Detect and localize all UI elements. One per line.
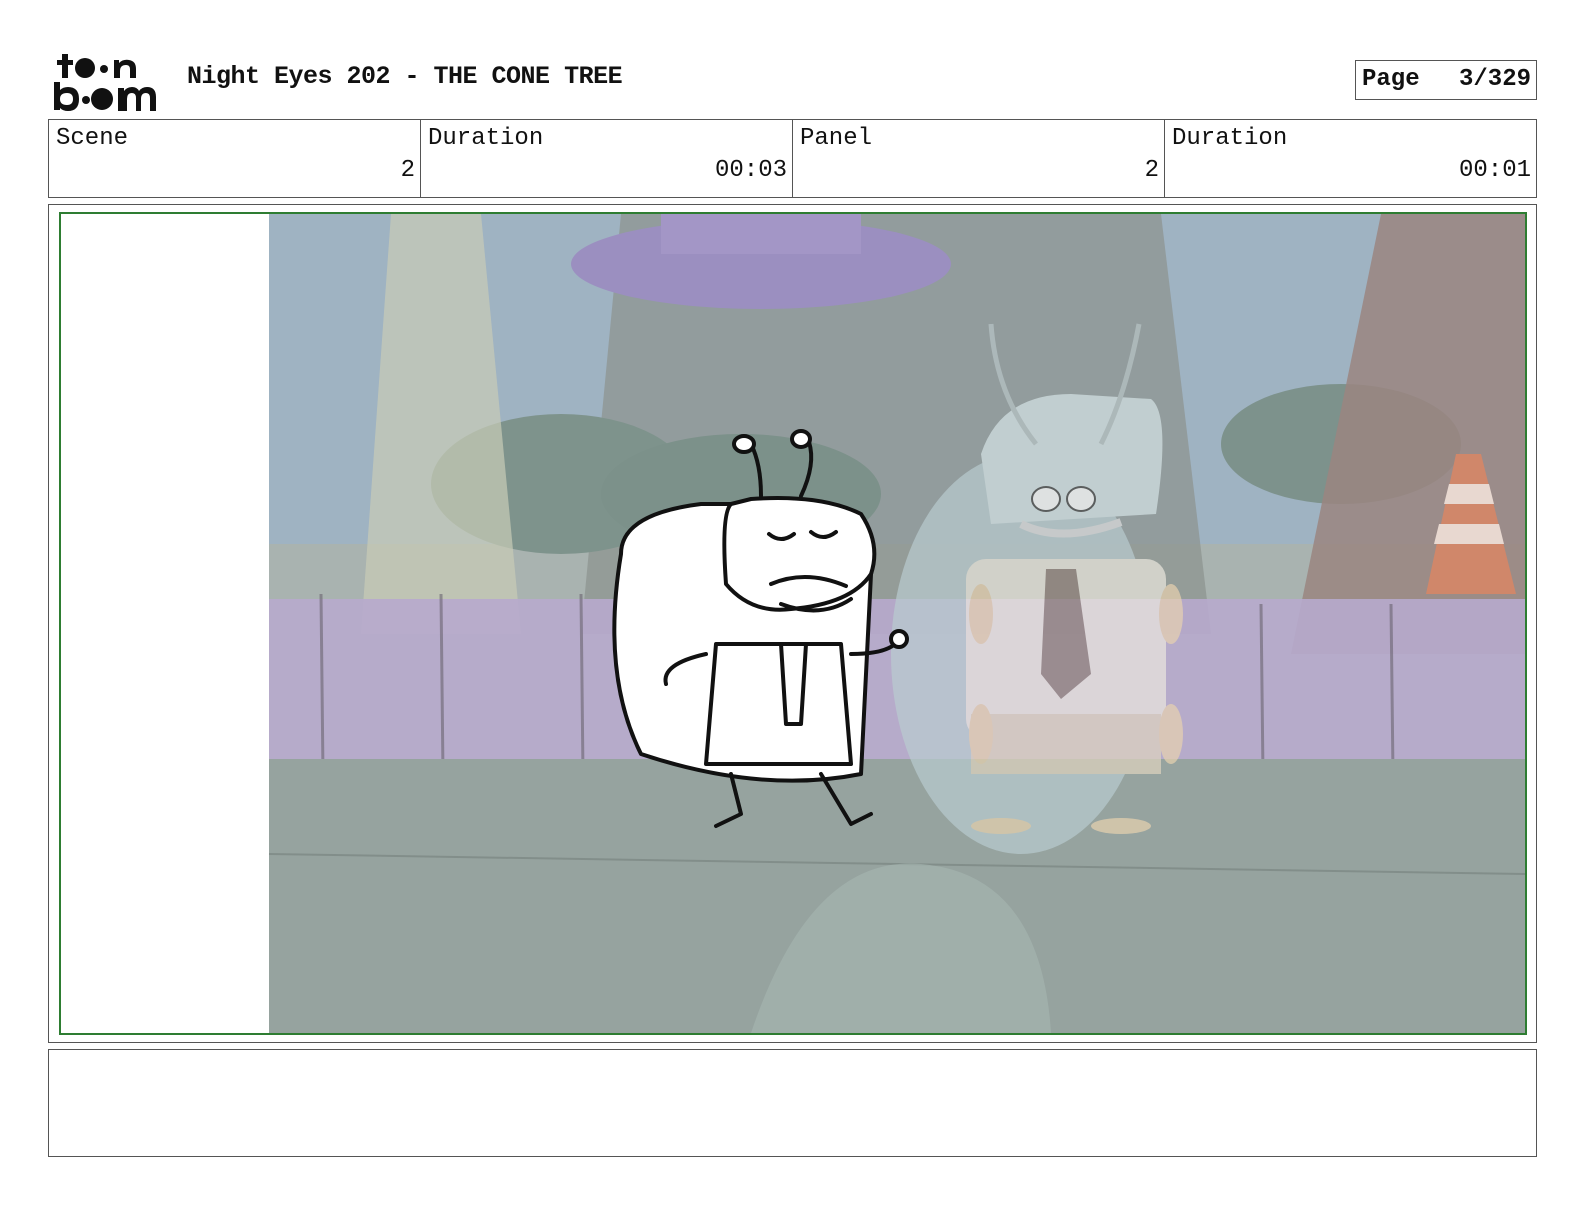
panel-info-row: Scene 2 Duration 00:03 Panel 2 Duration …: [48, 119, 1537, 198]
panel-notes-box: [48, 1049, 1537, 1157]
scene-duration-cell: Duration 00:03: [421, 120, 793, 197]
toon-boom-logo: [52, 52, 164, 112]
panel-cell: Panel 2: [793, 120, 1165, 197]
scene-cell: Scene 2: [49, 120, 421, 197]
storyboard-drawing: [268, 214, 1525, 1033]
page-label: Page: [1362, 66, 1420, 93]
document-title: Night Eyes 202 - THE CONE TREE: [187, 62, 623, 91]
panel-duration-label: Duration: [1172, 125, 1288, 152]
storyboard-panel-image: [59, 212, 1527, 1035]
panel-label: Panel: [800, 125, 873, 152]
scene-duration-value: 00:03: [714, 157, 787, 184]
scene-label: Scene: [56, 125, 129, 152]
scene-duration-label: Duration: [428, 125, 544, 152]
page-indicator: Page 3/329: [1355, 60, 1537, 100]
scene-value: 2: [400, 157, 415, 184]
panel-value: 2: [1144, 157, 1159, 184]
panel-duration-cell: Duration 00:01: [1165, 120, 1536, 197]
panel-duration-value: 00:01: [1458, 157, 1531, 184]
page-number: 3/329: [1458, 66, 1531, 93]
